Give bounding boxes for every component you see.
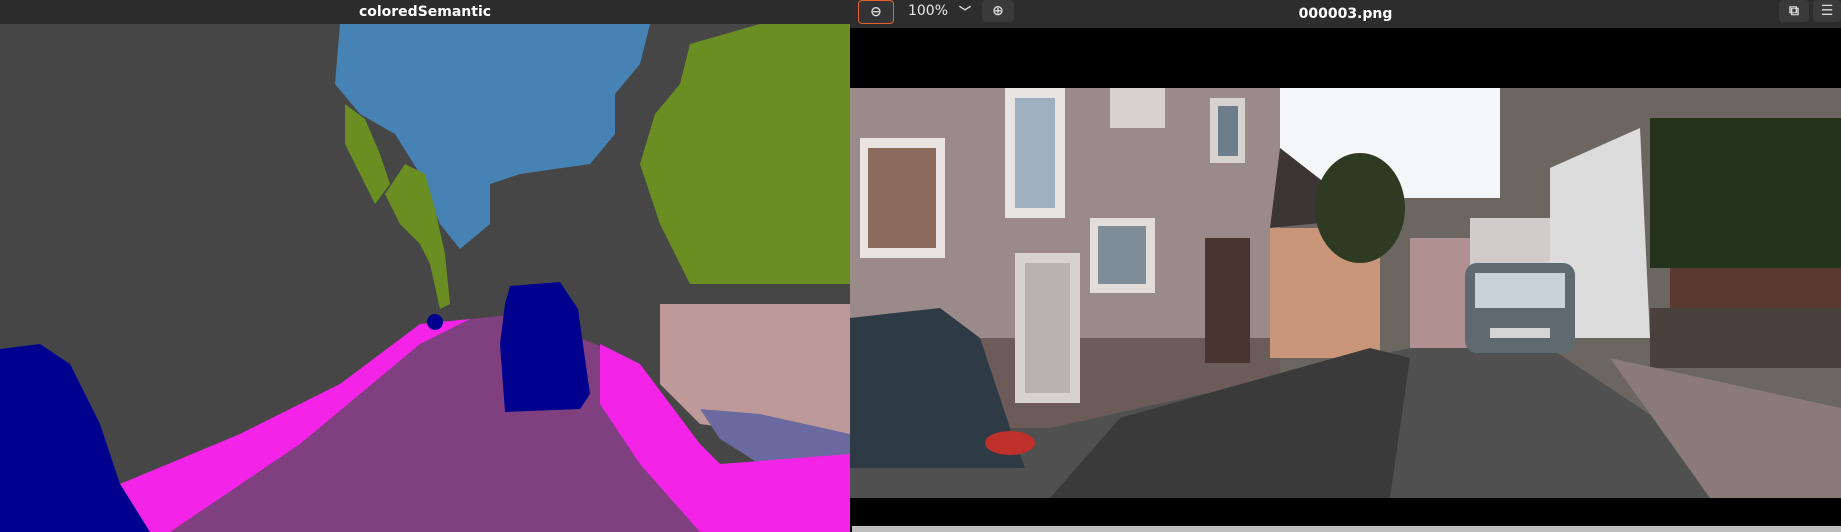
zoom-in-icon: ⊕ (992, 3, 1004, 19)
window-title: coloredSemantic (358, 4, 492, 20)
menu-button[interactable]: ☰ (1813, 0, 1841, 22)
chevron-down-icon: ﹀ (958, 4, 971, 19)
segmentation-image (0, 24, 850, 532)
zoom-out-button[interactable]: ⊖ (858, 0, 894, 24)
photo-fence (1670, 268, 1841, 308)
street-photo (850, 28, 1841, 532)
zoom-out-icon: ⊖ (870, 4, 882, 20)
semantic-viewer-window: coloredSemantic (0, 0, 850, 532)
zoom-in-button[interactable]: ⊕ (982, 0, 1014, 22)
segment-car-distant (427, 314, 443, 330)
hamburger-menu-icon: ☰ (1820, 3, 1834, 19)
titlebar[interactable]: 000003.png ⊖ 100% ﹀ ⊕ ⧉ ☰ (850, 0, 1841, 28)
horizontal-scrollbar[interactable] (852, 526, 1841, 532)
titlebar[interactable]: coloredSemantic (0, 0, 850, 24)
window-restore-icon: ⧉ (1789, 3, 1799, 19)
image-display (850, 28, 1841, 532)
zoom-level[interactable]: 100% (906, 0, 950, 22)
zoom-dropdown-button[interactable]: ﹀ (952, 0, 978, 22)
window-restore-button[interactable]: ⧉ (1779, 0, 1809, 22)
photo-hedge (1650, 118, 1841, 268)
window-title: 000003.png (1298, 6, 1393, 22)
image-viewer-window: 000003.png ⊖ 100% ﹀ ⊕ ⧉ ☰ (850, 0, 1841, 532)
